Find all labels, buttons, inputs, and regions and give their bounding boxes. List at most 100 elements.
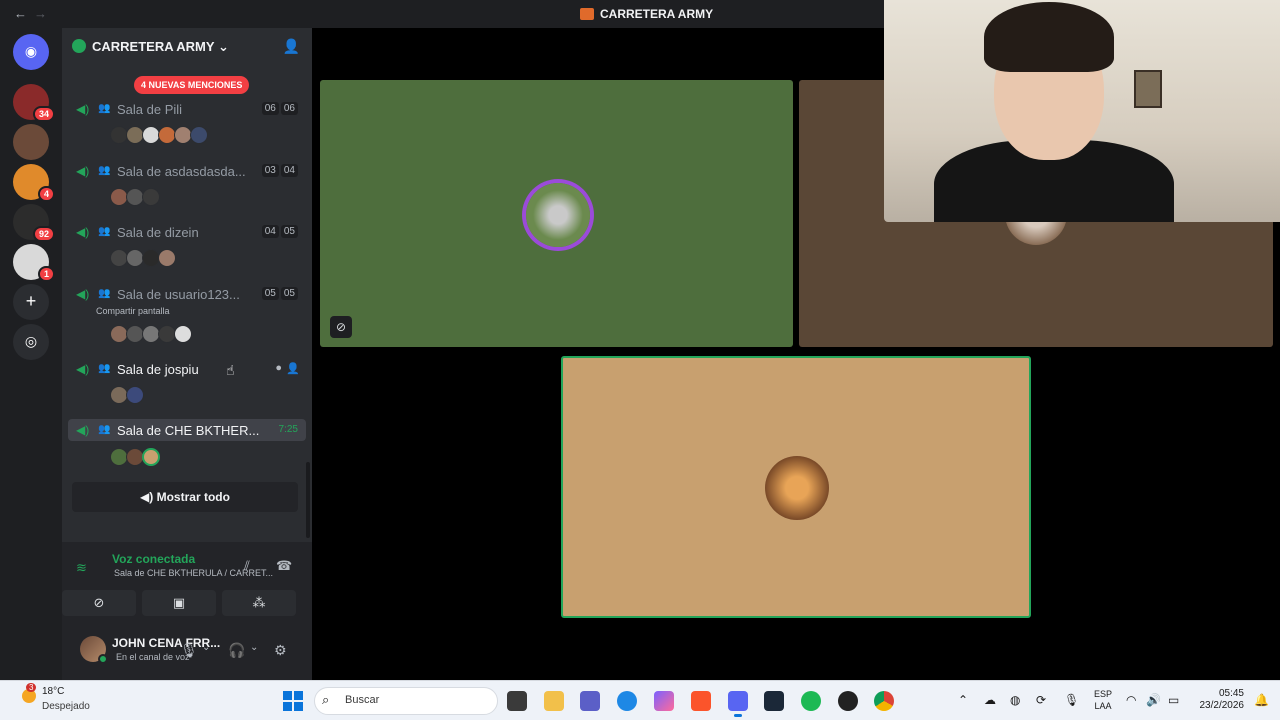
- avatar: [765, 456, 829, 520]
- chevron-down-icon[interactable]: ⌄: [202, 642, 210, 653]
- group-icon: 👥: [98, 103, 111, 114]
- avatar[interactable]: [190, 126, 208, 144]
- voice-connection-panel: ≋ Voz conectada Sala de CHE BKTHERULA / …: [62, 542, 312, 624]
- notifications-icon[interactable]: 🔔: [1254, 693, 1269, 707]
- server-header[interactable]: CARRETERA ARMY ⌄ 👤: [62, 28, 312, 66]
- scrollbar[interactable]: [306, 462, 310, 538]
- chevron-up-icon[interactable]: ⌃: [958, 693, 968, 707]
- speaker-icon: ◀): [76, 362, 90, 376]
- app-icon[interactable]: [838, 691, 858, 711]
- notification-badge: 1: [37, 266, 55, 282]
- online-status-icon: [98, 654, 108, 664]
- task-view-icon[interactable]: [507, 691, 527, 711]
- voice-channel[interactable]: ◀) 👥 Sala de usuario123... 05 05: [68, 283, 306, 305]
- voice-stage: ⊘: [312, 0, 1280, 680]
- chrome-icon[interactable]: [874, 691, 894, 711]
- window-title-text: CARRETERA ARMY: [600, 7, 714, 21]
- forward-arrow-icon[interactable]: →: [34, 6, 47, 21]
- avatar[interactable]: [80, 636, 108, 664]
- chevron-down-icon: ⌄: [217, 39, 229, 54]
- camera-off-button[interactable]: ⊘: [62, 590, 136, 616]
- discord-icon[interactable]: [728, 691, 748, 717]
- participant-tile-speaking[interactable]: [561, 356, 1031, 618]
- voice-channel[interactable]: ◀) 👥 Sala de jospiu ● 👤: [68, 358, 306, 380]
- disconnect-icon[interactable]: ☎: [276, 558, 292, 574]
- add-server-icon[interactable]: +: [13, 284, 49, 320]
- signal-icon[interactable]: ≋: [76, 560, 87, 576]
- speaker-icon: ◀): [76, 102, 90, 116]
- weather-description[interactable]: Despejado: [42, 701, 90, 712]
- battery-icon[interactable]: ▭: [1168, 693, 1179, 707]
- clock-time: 05:45: [1218, 688, 1244, 699]
- chevron-down-icon[interactable]: ⌄: [250, 642, 258, 653]
- screen-share-button[interactable]: ▣: [142, 590, 216, 616]
- language-indicator[interactable]: ESP LAA: [1094, 688, 1112, 712]
- file-explorer-icon[interactable]: [544, 691, 564, 711]
- count-b: 05: [280, 287, 298, 300]
- windows-logo-icon: [294, 702, 303, 711]
- server-icon-2[interactable]: [13, 124, 49, 160]
- avatar[interactable]: [142, 188, 160, 206]
- voice-channel-current[interactable]: ◀) 👥 Sala de CHE BKTHER... 7:25: [68, 419, 306, 441]
- voice-channel[interactable]: ◀) 👥 Sala de Pili 06 06: [68, 98, 306, 120]
- clock-date: 23/2/2026: [1199, 700, 1245, 711]
- copilot-icon[interactable]: [654, 691, 674, 711]
- chat-bubble-icon[interactable]: ●: [275, 362, 282, 374]
- search-input[interactable]: [314, 687, 498, 715]
- start-button[interactable]: [283, 691, 303, 711]
- edge-icon[interactable]: [617, 691, 637, 711]
- teams-icon[interactable]: [580, 691, 600, 711]
- avatar[interactable]: [174, 325, 192, 343]
- participant-tile[interactable]: ⊘: [320, 80, 793, 347]
- server-icon-5[interactable]: 1: [13, 244, 55, 282]
- noise-suppression-icon[interactable]: ⫽: [244, 558, 250, 574]
- avatar[interactable]: [158, 249, 176, 267]
- new-mentions-banner[interactable]: 4 NUEVAS MENCIONES: [134, 76, 250, 94]
- voice-channel[interactable]: ◀) 👥 Sala de asdasdasda... 03 04: [68, 160, 306, 182]
- headphones-icon[interactable]: 🎧: [228, 642, 245, 659]
- activities-button[interactable]: ⁂: [222, 590, 296, 616]
- add-user-icon[interactable]: 👤: [286, 362, 300, 375]
- temperature[interactable]: 18°C: [42, 686, 64, 697]
- channel-counts: 04 05: [260, 225, 298, 238]
- webcam-overlay: [884, 0, 1280, 222]
- server-icon-4[interactable]: 92: [13, 204, 55, 242]
- wall-picture: [1134, 70, 1162, 108]
- avatar[interactable]: [126, 386, 144, 404]
- group-icon: 👥: [98, 363, 111, 374]
- discover-icon[interactable]: ◎: [13, 324, 49, 360]
- clock[interactable]: 05:45 23/2/2026: [1196, 688, 1245, 712]
- server-icon-3[interactable]: 4: [13, 164, 55, 202]
- wifi-icon[interactable]: ◠: [1126, 693, 1136, 707]
- brave-icon[interactable]: [691, 691, 711, 711]
- server-icon-1[interactable]: 34: [13, 84, 55, 122]
- voice-channel[interactable]: ◀) 👥 Sala de dizein 04 05: [68, 221, 306, 243]
- group-icon: 👥: [98, 165, 111, 176]
- count-a: 03: [261, 164, 279, 177]
- gear-icon[interactable]: ⚙: [274, 642, 287, 659]
- back-arrow-icon[interactable]: ←: [14, 6, 27, 21]
- tray-app-icon[interactable]: ☁: [984, 693, 996, 707]
- avatar[interactable]: [142, 448, 160, 466]
- discord-home-icon[interactable]: ◉: [13, 34, 49, 70]
- microphone-icon[interactable]: 🎙: [180, 642, 198, 659]
- invite-people-icon[interactable]: 👤: [283, 38, 300, 55]
- voice-status[interactable]: Voz conectada: [112, 552, 195, 566]
- show-all-button[interactable]: ◀) Mostrar todo: [72, 482, 298, 512]
- channel-counts: 06 06: [260, 102, 298, 115]
- person-hair: [984, 2, 1114, 72]
- microphone-icon[interactable]: 🎙: [1064, 693, 1079, 707]
- windows-taskbar: 3 18°C Despejado ⌕ Buscar ⌃ ☁ ◍ ⟳ 🎙 ESP L…: [0, 680, 1280, 720]
- search-placeholder[interactable]: Buscar: [345, 694, 379, 706]
- verified-icon: [72, 39, 86, 53]
- spotify-icon[interactable]: [801, 691, 821, 711]
- count-a: 06: [261, 102, 279, 115]
- steam-icon[interactable]: [764, 691, 784, 711]
- channel-sidebar: CARRETERA ARMY ⌄ 👤 4 NUEVAS MENCIONES ◀)…: [62, 28, 312, 680]
- tray-app-icon[interactable]: ⟳: [1036, 693, 1046, 707]
- camera-off-icon[interactable]: ⊘: [330, 316, 352, 338]
- tray-app-icon[interactable]: ◍: [1010, 693, 1020, 707]
- notification-badge: 4: [37, 186, 55, 202]
- volume-icon[interactable]: 🔊: [1146, 693, 1161, 707]
- keyboard-layout: LAA: [1094, 701, 1112, 711]
